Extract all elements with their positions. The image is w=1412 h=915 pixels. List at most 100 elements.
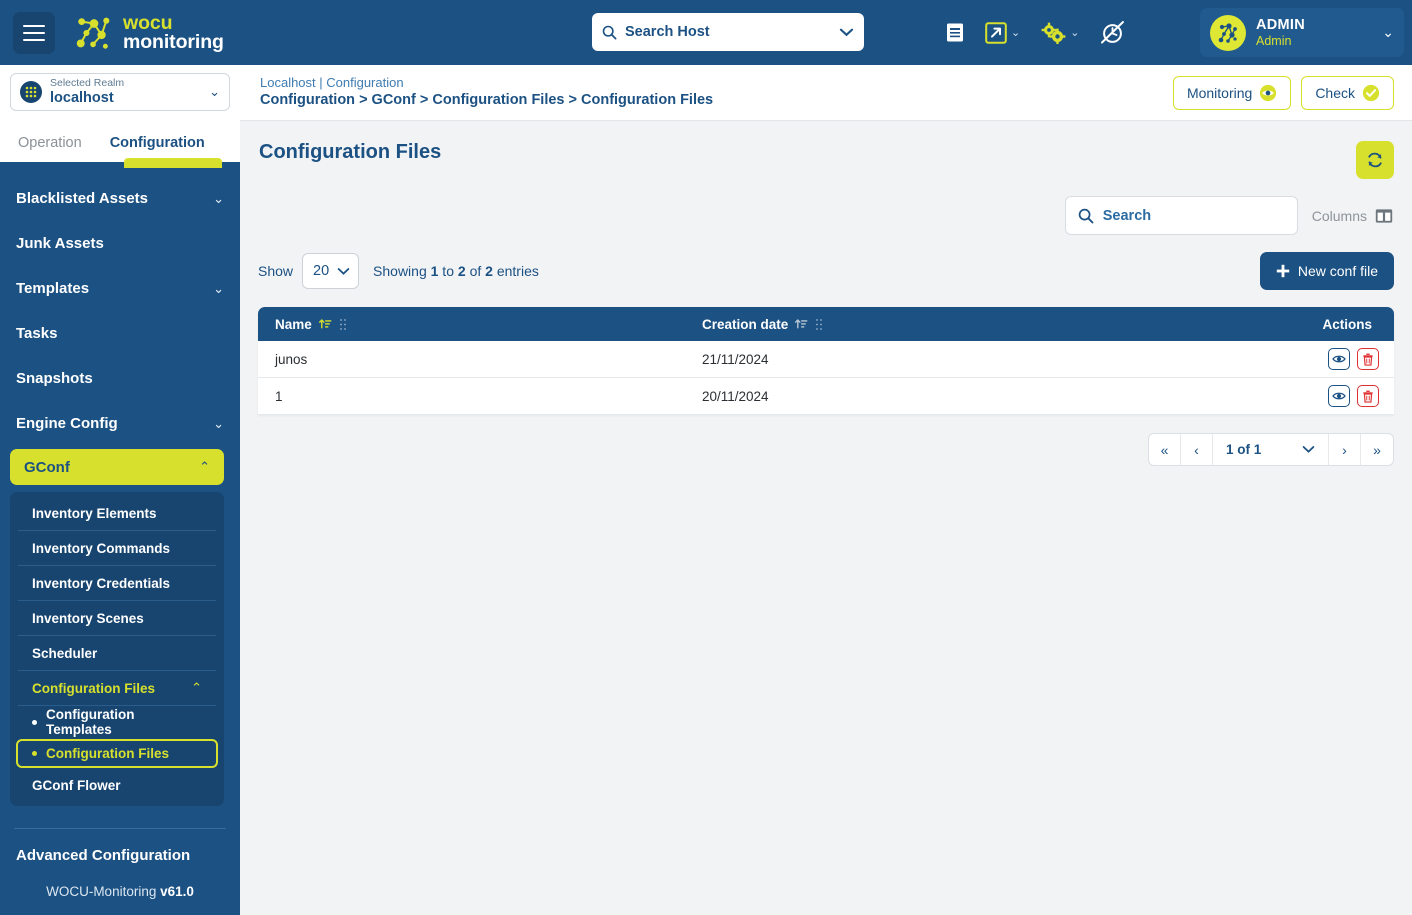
tab-operation[interactable]: Operation [18, 135, 82, 162]
sidebar-item-configuration-templates[interactable]: Configuration Templates [18, 706, 216, 739]
chevron-down-icon[interactable]: ⌄ [213, 191, 224, 207]
table-row[interactable]: junos 21/11/2024 [258, 341, 1394, 378]
sidebar-item-snapshots[interactable]: Snapshots [0, 356, 240, 401]
sidebar-item-tasks[interactable]: Tasks [0, 311, 240, 356]
hamburger-menu-icon[interactable] [13, 11, 55, 54]
trash-icon [1363, 353, 1373, 366]
delete-button[interactable] [1357, 385, 1379, 407]
new-conf-file-button[interactable]: New conf file [1259, 252, 1394, 290]
sidebar-item-label: Engine Config [16, 415, 118, 432]
page-header: Configuration Files [258, 121, 1394, 179]
column-header-creation-date[interactable]: Creation date [702, 317, 1294, 332]
trash-icon [1363, 390, 1373, 403]
search-input[interactable]: Search [1064, 196, 1298, 235]
next-page-button[interactable]: › [1329, 434, 1361, 465]
user-role: Admin [1256, 33, 1292, 48]
eye-icon [1332, 392, 1346, 400]
realm-icon [20, 81, 42, 103]
sidebar-item-label: Tasks [16, 325, 58, 342]
sidebar-item-label: Configuration Files [46, 746, 169, 761]
page-indicator[interactable]: 1 of 1 [1213, 434, 1329, 465]
check-circle-icon [1362, 84, 1380, 101]
chevron-up-icon[interactable]: ⌃ [191, 680, 202, 696]
sidebar-item-junk-assets[interactable]: Junk Assets [0, 221, 240, 266]
gears-icon[interactable]: ⌄ [1030, 22, 1089, 44]
column-header-label: Name [275, 316, 312, 332]
chevron-down-icon[interactable]: ⌄ [1011, 26, 1020, 39]
refresh-icon [1368, 152, 1382, 168]
sort-icon[interactable] [795, 318, 808, 331]
cell-actions [1294, 385, 1394, 407]
search-placeholder: Search [1102, 207, 1152, 224]
drag-handle-icon[interactable] [339, 318, 347, 331]
sidebar-item-inventory-scenes[interactable]: Inventory Scenes [18, 601, 216, 636]
sidebar-item-engine-config[interactable]: Engine Config ⌄ [0, 401, 240, 446]
search-host-input[interactable]: Search Host [592, 13, 864, 51]
sidebar-gconf-submenu: Inventory Elements Inventory Commands In… [10, 492, 224, 806]
chevron-down-icon[interactable]: ⌄ [1382, 24, 1394, 41]
view-button[interactable] [1328, 385, 1350, 407]
external-link-icon[interactable]: ⌄ [975, 21, 1030, 44]
refresh-button[interactable] [1356, 141, 1394, 179]
bullet-icon [32, 751, 37, 756]
cell-name: junos [275, 351, 308, 367]
chevron-down-icon[interactable] [1302, 445, 1315, 454]
version-number: v61.0 [160, 884, 194, 899]
delete-button[interactable] [1357, 348, 1379, 370]
bullet-icon [32, 719, 37, 725]
sidebar-item-gconf[interactable]: GConf ⌃ [10, 449, 224, 485]
user-name: ADMIN [1256, 16, 1306, 33]
user-menu[interactable]: ADMIN Admin ⌄ [1200, 8, 1404, 57]
realm-selector[interactable]: Selected Realm localhost ⌄ [10, 73, 230, 111]
cell-creation-date: 21/11/2024 [702, 351, 769, 367]
columns-button[interactable]: Columns [1312, 208, 1394, 224]
sidebar-item-blacklisted-assets[interactable]: Blacklisted Assets ⌄ [0, 176, 240, 221]
version-info: WOCU-Monitoring v61.0 [0, 864, 240, 911]
version-product: WOCU-Monitoring [46, 884, 157, 899]
silence-icon[interactable] [1089, 20, 1136, 45]
table-controls: Show 20 Showing 1 to 2 of 2 entries New … [258, 252, 1394, 290]
topbar-icon-group: ⌄ ⌄ [935, 0, 1136, 65]
sidebar-item-inventory-credentials[interactable]: Inventory Credentials [18, 566, 216, 601]
plus-icon [1276, 264, 1290, 278]
chevron-down-icon[interactable]: ⌄ [1070, 26, 1079, 39]
sidebar-item-label: Configuration Files [32, 680, 155, 696]
check-button[interactable]: Check [1301, 75, 1394, 110]
page-content: Configuration Files Search Columns Show … [240, 121, 1412, 915]
sidebar-item-inventory-commands[interactable]: Inventory Commands [18, 531, 216, 566]
chevron-down-icon[interactable]: ⌄ [209, 84, 220, 100]
column-header-name[interactable]: Name [258, 317, 702, 332]
sidebar-item-configuration-files-group[interactable]: Configuration Files ⌃ [18, 671, 216, 706]
sidebar-item-label: Inventory Commands [32, 540, 171, 556]
sidebar-item-inventory-elements[interactable]: Inventory Elements [18, 496, 216, 531]
monitoring-button[interactable]: Monitoring [1172, 75, 1292, 110]
docs-icon[interactable] [935, 22, 975, 43]
chevron-down-icon[interactable]: ⌄ [213, 281, 224, 297]
last-page-button[interactable]: » [1361, 434, 1393, 465]
wocu-logo-icon [76, 17, 110, 49]
page-size-select[interactable]: 20 [302, 253, 360, 289]
search-icon [1078, 208, 1094, 223]
search-host-text: Search Host [625, 24, 710, 40]
prev-page-button[interactable]: ‹ [1181, 434, 1213, 465]
cell-name: 1 [275, 388, 283, 404]
chevron-up-icon[interactable]: ⌃ [199, 459, 210, 475]
sidebar-item-scheduler[interactable]: Scheduler [18, 636, 216, 671]
table-row[interactable]: 1 20/11/2024 [258, 378, 1394, 415]
entries-text-4: entries [492, 263, 539, 279]
sidebar-item-templates[interactable]: Templates ⌄ [0, 266, 240, 311]
sidebar-item-configuration-files[interactable]: Configuration Files [16, 739, 218, 768]
drag-handle-icon[interactable] [815, 318, 823, 331]
sort-asc-icon[interactable] [318, 318, 332, 331]
view-button[interactable] [1328, 348, 1350, 370]
eye-icon [1332, 355, 1346, 363]
realm-text: Selected Realm localhost [50, 77, 201, 106]
table-header-row: Name Creation date Actions [258, 307, 1394, 341]
chevron-down-icon[interactable] [839, 27, 854, 37]
sidebar-item-label: Inventory Scenes [32, 610, 144, 626]
sidebar-item-gconf-flower[interactable]: GConf Flower [18, 768, 216, 802]
sidebar-item-advanced-configuration[interactable]: Advanced Configuration [0, 829, 240, 864]
sidebar: Selected Realm localhost ⌄ Operation Con… [0, 65, 240, 915]
first-page-button[interactable]: « [1149, 434, 1181, 465]
chevron-down-icon[interactable]: ⌄ [213, 416, 224, 432]
